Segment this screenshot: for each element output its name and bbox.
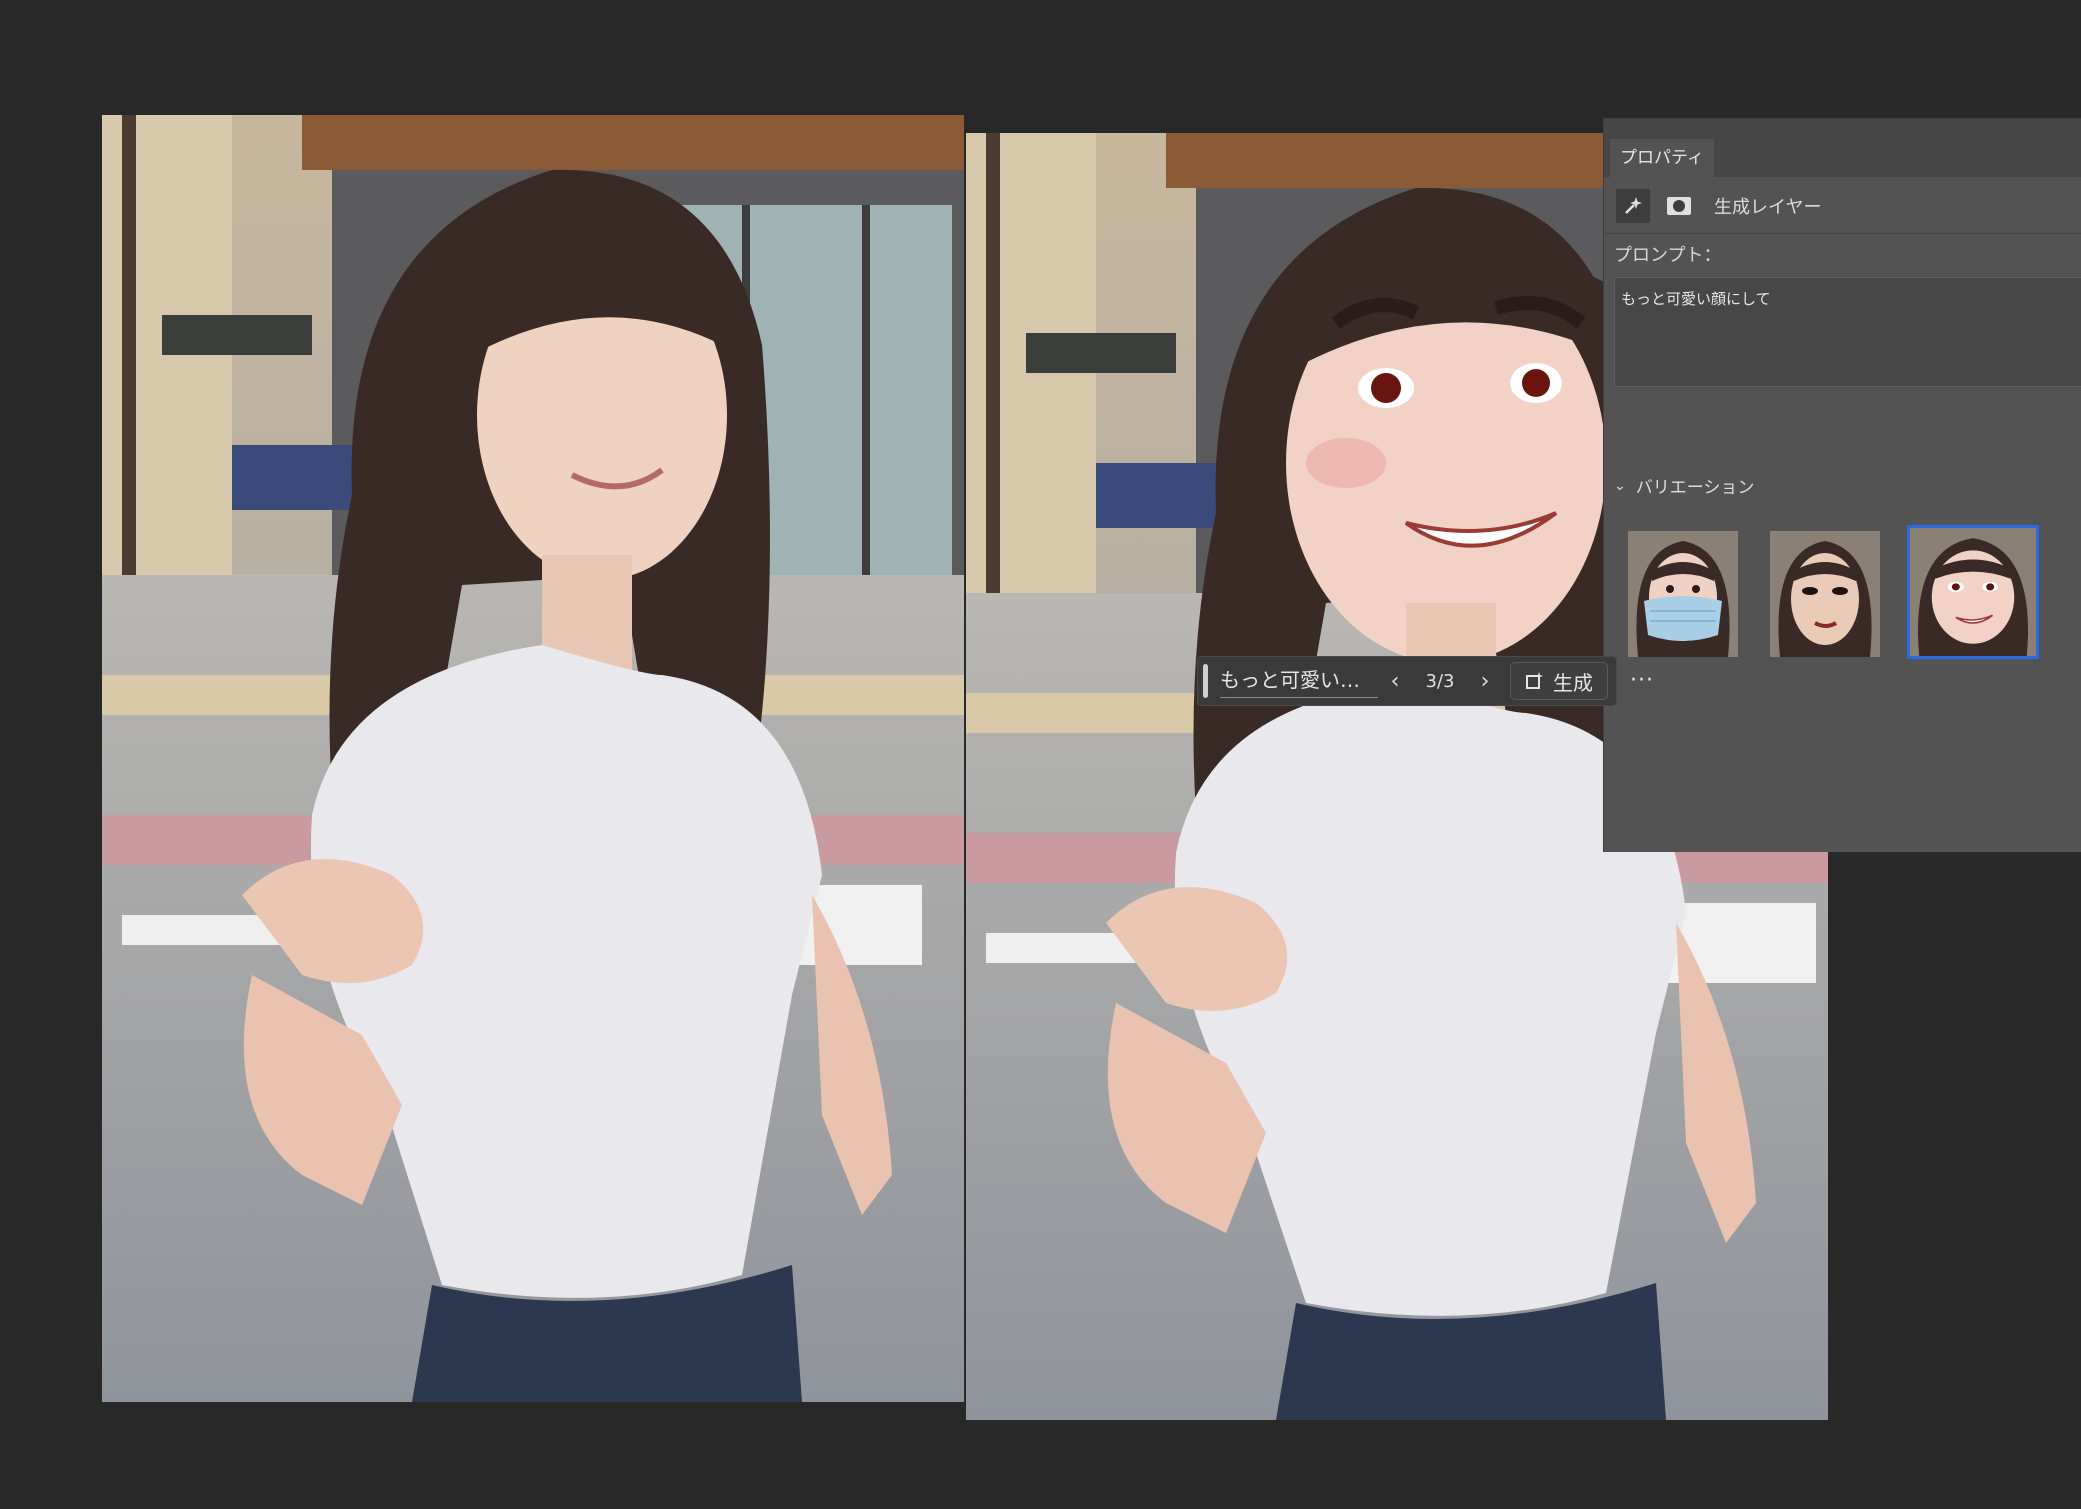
chevron-right-icon[interactable]: › — [1468, 669, 1502, 694]
chevron-down-icon: ⌄ — [1614, 477, 1626, 494]
layer-type-row: 生成レイヤー — [1616, 189, 1821, 223]
tab-properties[interactable]: プロパティ — [1610, 139, 1714, 177]
original-photo-image — [102, 115, 964, 1402]
chevron-left-icon[interactable]: ‹ — [1378, 669, 1412, 694]
variations-header[interactable]: ⌄ バリエーション — [1614, 473, 1755, 499]
generate-label: 生成 — [1553, 670, 1593, 695]
variations-label: バリエーション — [1635, 478, 1755, 498]
panel-tab-bar: プロパティ — [1604, 119, 2081, 177]
layer-type-label: 生成レイヤー — [1714, 197, 1822, 218]
divider — [1604, 233, 2081, 234]
variation-thumbnail-3-selected[interactable] — [1907, 525, 2039, 659]
generate-icon — [1526, 672, 1543, 689]
contextual-task-bar: もっと可愛い顔... ‹ 3/3 › 生成 — [1197, 656, 1617, 706]
prompt-label: プロンプト： — [1614, 245, 1722, 266]
prompt-preview[interactable]: もっと可愛い顔... — [1220, 664, 1378, 698]
more-options-button[interactable]: ··· — [1630, 668, 1654, 693]
generate-button[interactable]: 生成 — [1510, 662, 1608, 700]
variation-thumbnail-2[interactable] — [1770, 531, 1880, 657]
mask-icon[interactable] — [1662, 189, 1696, 223]
original-photo — [102, 115, 964, 1402]
properties-panel: プロパティ 生成レイヤー プロンプト： もっと可愛い顔にして ⌄ バリエーション — [1603, 118, 2081, 852]
variation-thumbnail-1[interactable] — [1628, 531, 1738, 657]
variation-counter: 3/3 — [1425, 670, 1455, 692]
prompt-input[interactable]: もっと可愛い顔にして — [1614, 277, 2081, 387]
drag-handle[interactable] — [1203, 664, 1208, 698]
sparkle-icon[interactable] — [1616, 189, 1650, 223]
